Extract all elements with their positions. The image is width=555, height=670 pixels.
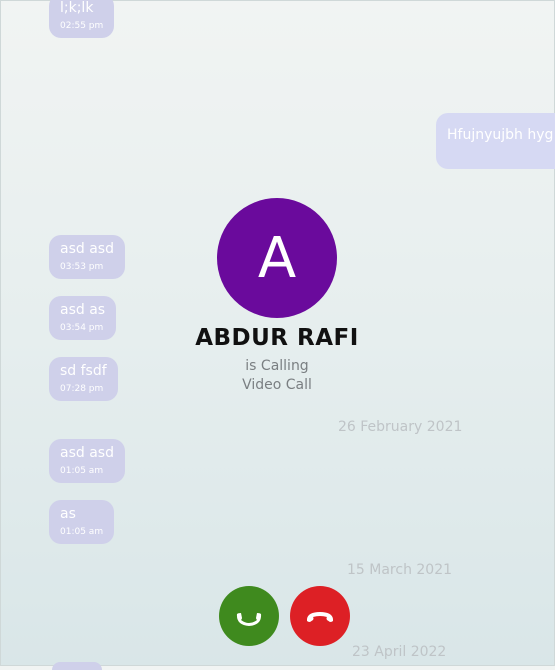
message-time: 01:05 am <box>60 527 104 537</box>
date-separator: 26 February 2021 <box>338 419 463 435</box>
date-separator: 23 April 2022 <box>352 644 447 660</box>
message-bubble[interactable]: asd asd 01:05 am <box>49 439 125 483</box>
message-time: 01:05 am <box>60 466 104 476</box>
message-text: asd as <box>60 302 106 318</box>
message-time: 03:53 pm <box>60 262 104 272</box>
message-text: as <box>60 506 76 522</box>
phone-hangup-icon <box>307 612 333 622</box>
message-bubble[interactable]: as 01:05 am <box>49 500 115 544</box>
message-text: l;k;lk <box>60 0 94 16</box>
message-time: 07:28 pm <box>60 384 104 394</box>
call-status: is Calling <box>245 358 309 374</box>
message-text: asd asd <box>60 241 114 257</box>
avatar-letter: A <box>257 225 297 291</box>
call-type: Video Call <box>242 377 312 393</box>
caller-avatar: A <box>217 198 337 318</box>
message-bubble[interactable] <box>52 662 102 670</box>
message-text: asd asd <box>60 445 114 461</box>
message-bubble[interactable]: l;k;lk 02:55 pm <box>49 0 115 38</box>
message-text: sd fsdf <box>60 363 107 379</box>
message-text: Hfujnyujbh hyg <box>447 127 554 143</box>
phone-icon <box>236 613 262 626</box>
message-bubble[interactable]: sd fsdf 07:28 pm <box>49 357 118 401</box>
outgoing-message-bubble[interactable]: Hfujnyujbh hyg <box>436 113 555 169</box>
accept-call-button[interactable] <box>219 586 279 646</box>
message-time: 03:54 pm <box>60 323 104 333</box>
date-separator: 15 March 2021 <box>347 562 453 578</box>
message-bubble[interactable]: asd as 03:54 pm <box>49 296 117 340</box>
message-time: 02:55 pm <box>60 21 104 31</box>
caller-name: ABDUR RAFI <box>195 325 359 351</box>
decline-call-button[interactable] <box>290 586 350 646</box>
message-bubble[interactable]: asd asd 03:53 pm <box>49 235 125 279</box>
